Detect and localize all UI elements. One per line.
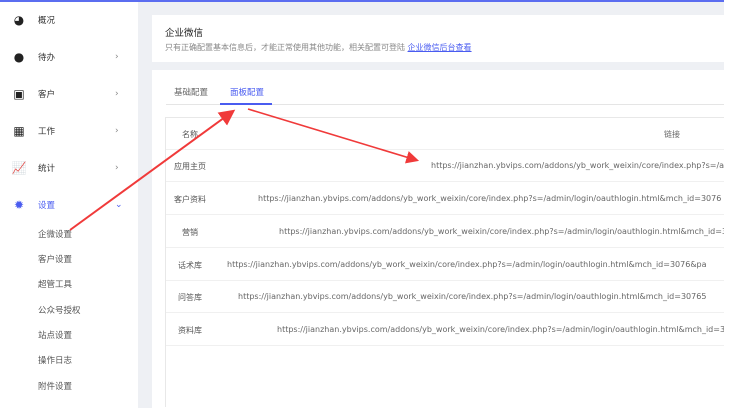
tab-panel-config[interactable]: 面板配置 — [230, 86, 264, 98]
grid-icon: ▦ — [13, 124, 25, 138]
sub-item-customer-settings[interactable]: 客户设置 — [38, 253, 72, 265]
table-row: 资料库 https://jianzhan.ybvips.com/addons/yb… — [166, 314, 724, 346]
sub-item-mp-auth[interactable]: 公众号授权 — [38, 304, 81, 316]
row-link[interactable]: https://jianzhan.ybvips.com/addons/yb_wo… — [238, 292, 706, 301]
sidebar-item-todo[interactable]: ● 待办 › — [0, 47, 138, 67]
row-name: 应用主页 — [174, 162, 206, 171]
sidebar-item-customers[interactable]: ▣ 客户 › — [0, 84, 138, 104]
page-title: 企业微信 — [165, 28, 204, 39]
sub-item-operation-log[interactable]: 操作日志 — [38, 354, 72, 366]
sub-item-site-settings[interactable]: 站点设置 — [38, 329, 72, 341]
row-link[interactable]: https://jianzhan.ybvips.com/addons/yb_wo… — [431, 161, 724, 170]
config-card: 基础配置 面板配置 名称 链接 应用主页 https://jianzhan.ybv… — [152, 70, 724, 408]
row-name: 话术库 — [178, 261, 202, 270]
table-row: 问答库 https://jianzhan.ybvips.com/addons/yb… — [166, 281, 724, 313]
gear-icon: ✹ — [13, 198, 25, 212]
row-name: 营销 — [182, 228, 198, 237]
table-row: 话术库 https://jianzhan.ybvips.com/addons/yb… — [166, 249, 724, 281]
table-row: 应用主页 https://jianzhan.ybvips.com/addons/y… — [166, 150, 724, 182]
row-link[interactable]: https://jianzhan.ybvips.com/addons/yb_wo… — [227, 260, 707, 269]
contact-card-icon: ▣ — [13, 87, 25, 101]
header-link: 链接 — [664, 130, 680, 139]
chevron-right-icon: › — [115, 89, 119, 99]
chevron-down-icon: ⌄ — [115, 200, 123, 210]
chevron-right-icon: › — [115, 52, 119, 62]
row-link[interactable]: https://jianzhan.ybvips.com/addons/yb_wo… — [258, 194, 721, 203]
wecom-admin-link[interactable]: 企业微信后台查看 — [408, 43, 472, 52]
row-name: 问答库 — [178, 293, 202, 302]
page-description: 只有正确配置基本信息后，才能正常使用其他功能，相关配置可登陆 企业微信后台查看 — [165, 42, 472, 53]
row-link[interactable]: https://jianzhan.ybvips.com/addons/yb_wo… — [279, 227, 724, 236]
active-tab-indicator — [220, 103, 272, 105]
sidebar-item-settings[interactable]: ✹ 设置 ⌄ — [0, 195, 138, 215]
header-card: 企业微信 只有正确配置基本信息后，才能正常使用其他功能，相关配置可登陆 企业微信… — [152, 15, 724, 62]
row-link[interactable]: https://jianzhan.ybvips.com/addons/yb_wo… — [277, 325, 724, 334]
chevron-right-icon: › — [115, 126, 119, 136]
dashboard-icon: ◕ — [13, 13, 25, 27]
row-name: 客户资料 — [174, 195, 206, 204]
sub-item-admin-tools[interactable]: 超管工具 — [38, 278, 72, 290]
compass-icon: ● — [13, 50, 25, 64]
table-row: 客户资料 https://jianzhan.ybvips.com/addons/y… — [166, 183, 724, 215]
links-table: 名称 链接 应用主页 https://jianzhan.ybvips.com/ad… — [165, 117, 724, 407]
row-name: 资料库 — [178, 326, 202, 335]
chevron-right-icon: › — [115, 163, 119, 173]
sub-item-attachment-settings[interactable]: 附件设置 — [38, 380, 72, 392]
table-row: 营销 https://jianzhan.ybvips.com/addons/yb_… — [166, 216, 724, 248]
chart-line-icon: 📈 — [11, 161, 27, 175]
description-text: 只有正确配置基本信息后，才能正常使用其他功能，相关配置可登陆 — [165, 43, 408, 52]
sidebar: ◕ 概况 ● 待办 › ▣ 客户 › ▦ 工作 › 📈 统计 › ✹ 设置 ⌄ 企微设置 客户设置 超… — [0, 2, 138, 408]
table-header: 名称 链接 — [166, 118, 724, 150]
right-edge — [724, 0, 740, 408]
sidebar-item-overview[interactable]: ◕ 概况 — [0, 10, 138, 30]
sidebar-item-stats[interactable]: 📈 统计 › — [0, 158, 138, 178]
header-name: 名称 — [182, 130, 198, 139]
tab-basic-config[interactable]: 基础配置 — [174, 86, 208, 98]
sidebar-item-work[interactable]: ▦ 工作 › — [0, 121, 138, 141]
sub-item-wecom-settings[interactable]: 企微设置 — [38, 228, 72, 240]
